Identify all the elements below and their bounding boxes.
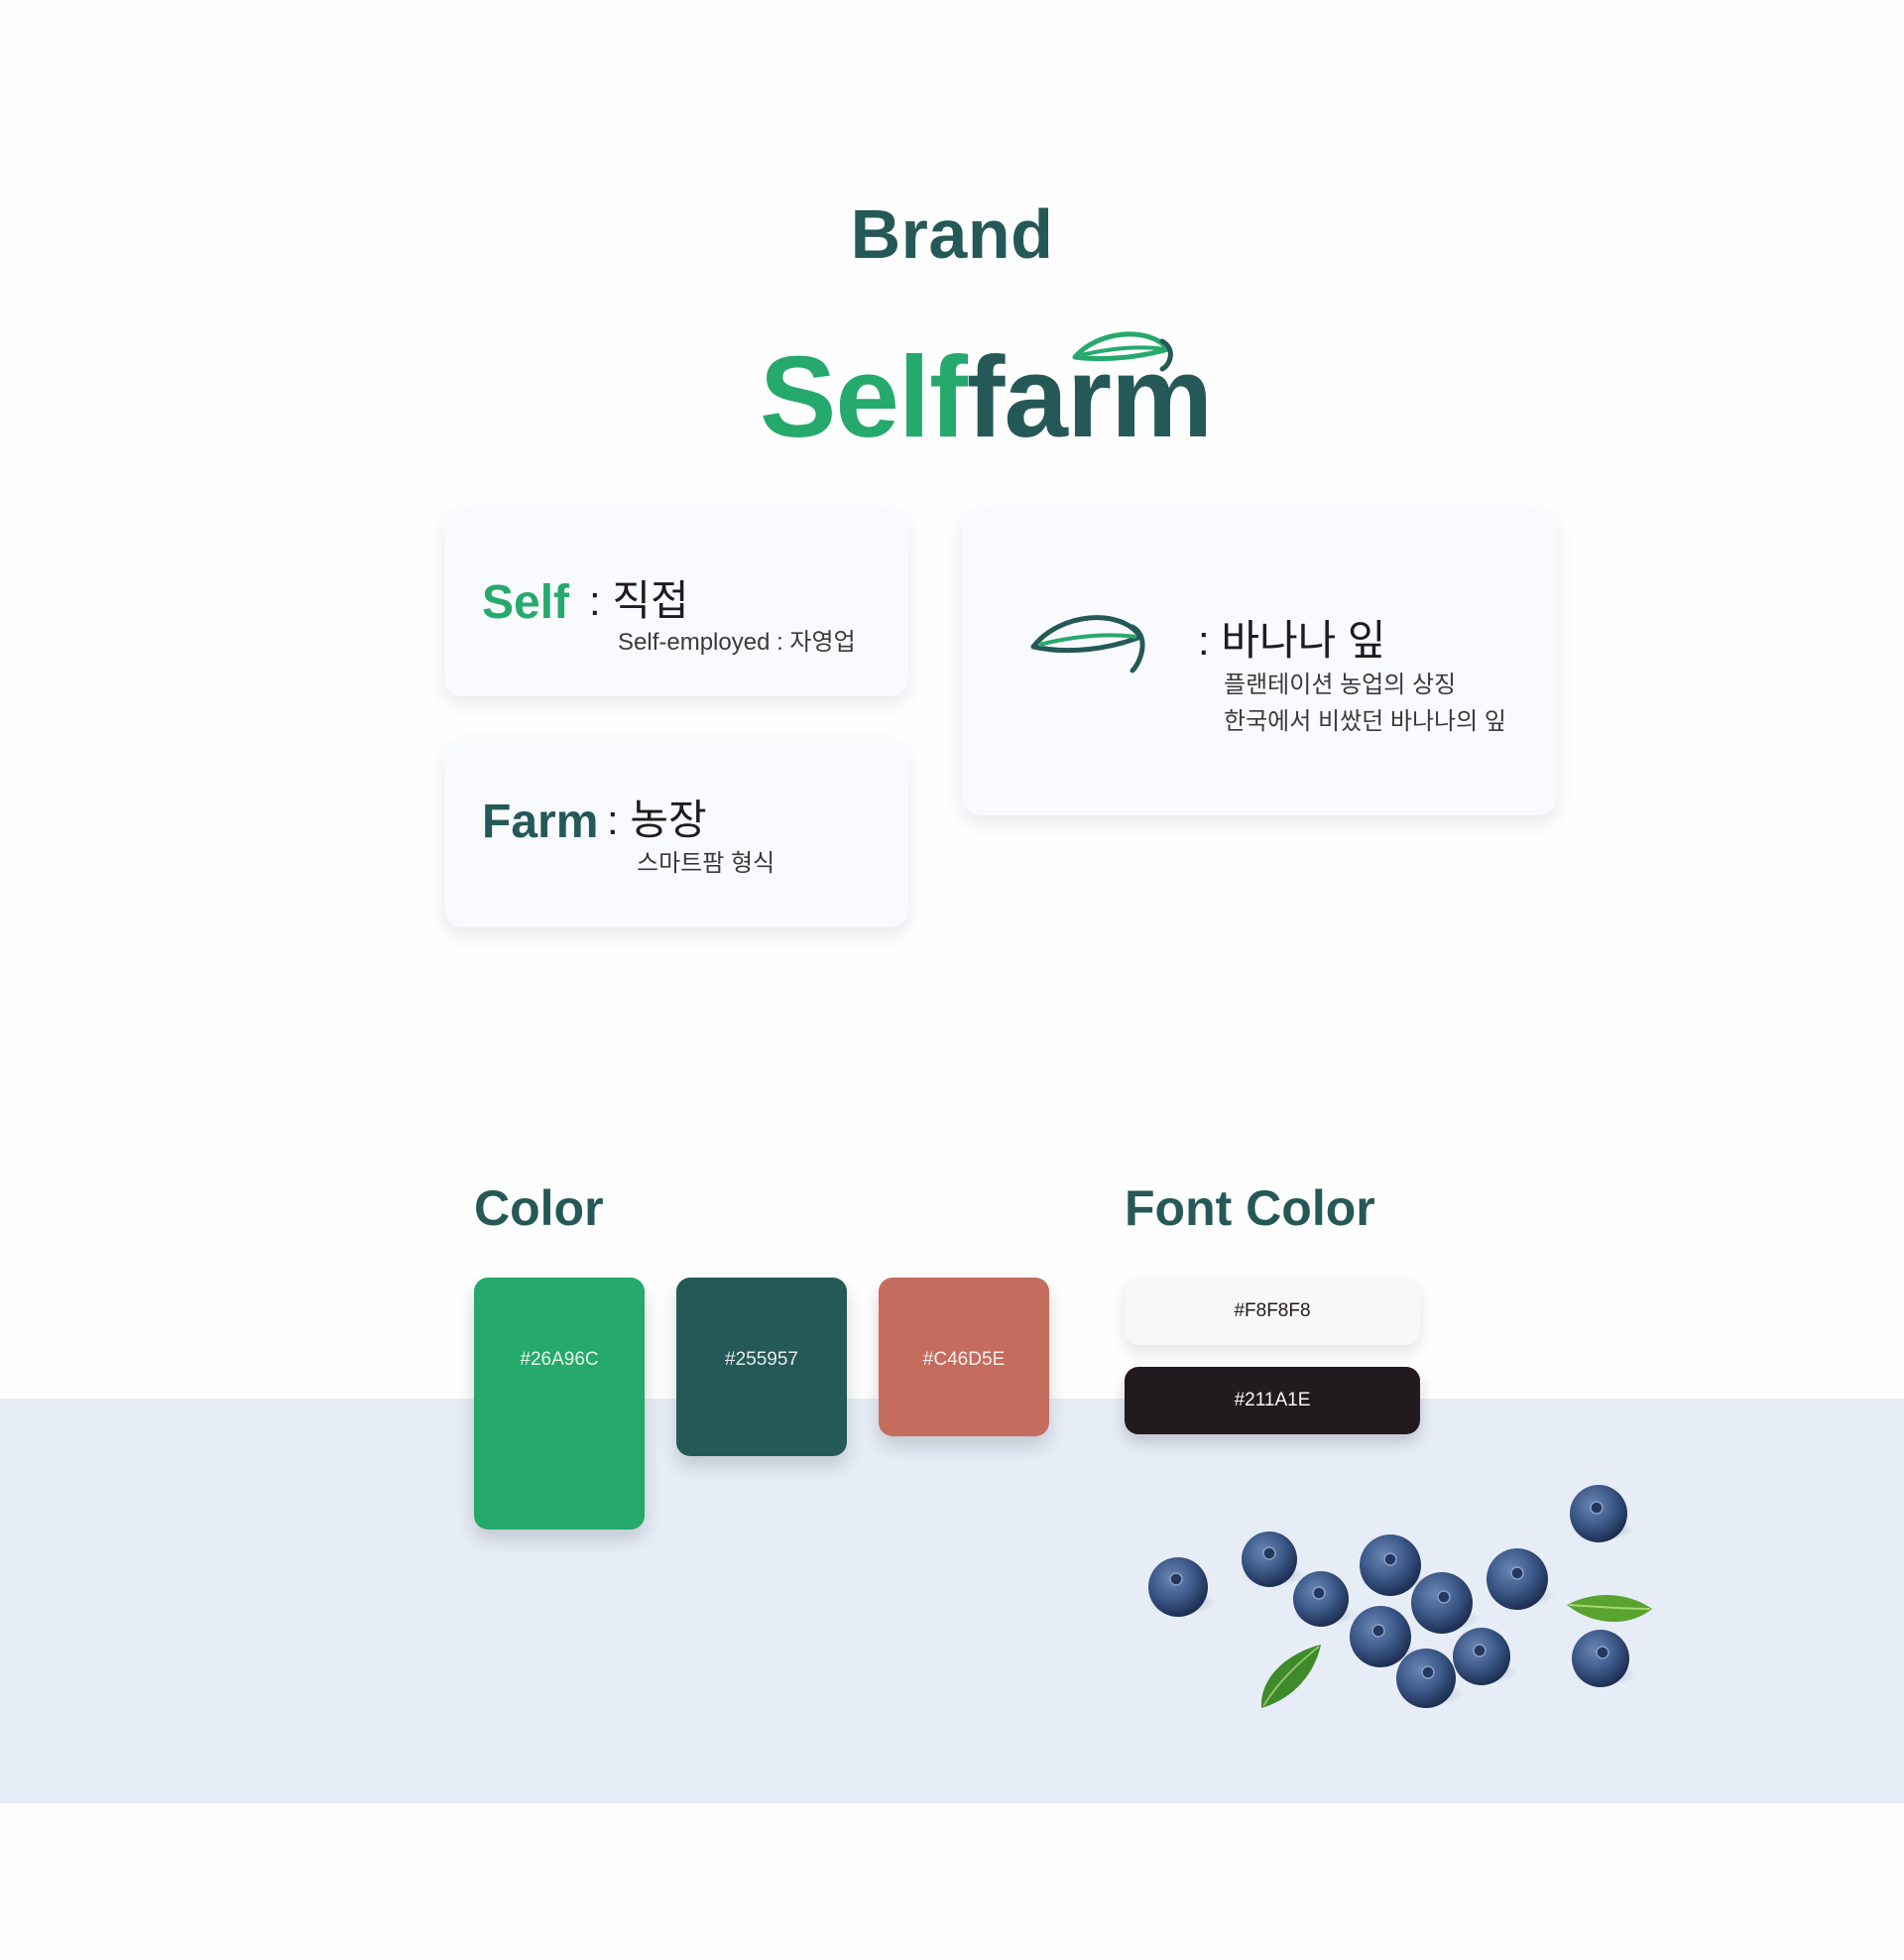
color-swatch-primary: #26A96C [474,1278,645,1530]
leaf-line-1: 플랜테이션 농업의 상징 [1224,672,1457,698]
card-farm: Farm : 농장 스마트팜 형식 [444,739,908,927]
leaf-icon [1030,615,1145,674]
font-color-title: Font Color [1125,1180,1375,1236]
leaf-icon [1072,331,1173,372]
term-self-korean: : 직접 [589,577,689,624]
font-swatch-dark: #211A1E [1125,1367,1420,1434]
font-swatch-label: #F8F8F8 [1234,1300,1311,1321]
logo-self: Self [760,332,968,461]
blueberries-photo [1148,1485,1652,1708]
color-swatch-secondary: #255957 [676,1278,847,1456]
color-swatch-label: #C46D5E [922,1349,1006,1370]
color-title: Color [474,1180,604,1236]
font-swatch-light: #F8F8F8 [1125,1278,1420,1345]
font-swatch-label: #211A1E [1234,1390,1311,1410]
term-farm: Farm [482,796,599,848]
card-self: Self : 직접 Self-employed : 자영업 [444,508,908,696]
leaf-line-2: 한국에서 비쌌던 바나나의 잎 [1224,708,1506,735]
term-self-subtitle: Self-employed : 자영업 [618,629,856,656]
berries [1148,1485,1629,1708]
color-swatch-label: #255957 [725,1349,798,1370]
term-self: Self [482,576,570,629]
term-farm-subtitle: 스마트팜 형식 [637,850,775,877]
color-swatch-label: #26A96C [520,1349,599,1370]
card-leaf: : 바나나 잎 플랜테이션 농업의 상징 한국에서 비쌌던 바나나의 잎 [962,508,1557,815]
color-swatch-accent: #C46D5E [879,1278,1049,1436]
term-farm-korean: : 농장 [607,796,707,843]
selfarm-logo: Selffarm [754,327,1213,456]
brand-title: Brand [850,195,1054,273]
leaf-title: : 바나나 잎 [1198,617,1386,664]
